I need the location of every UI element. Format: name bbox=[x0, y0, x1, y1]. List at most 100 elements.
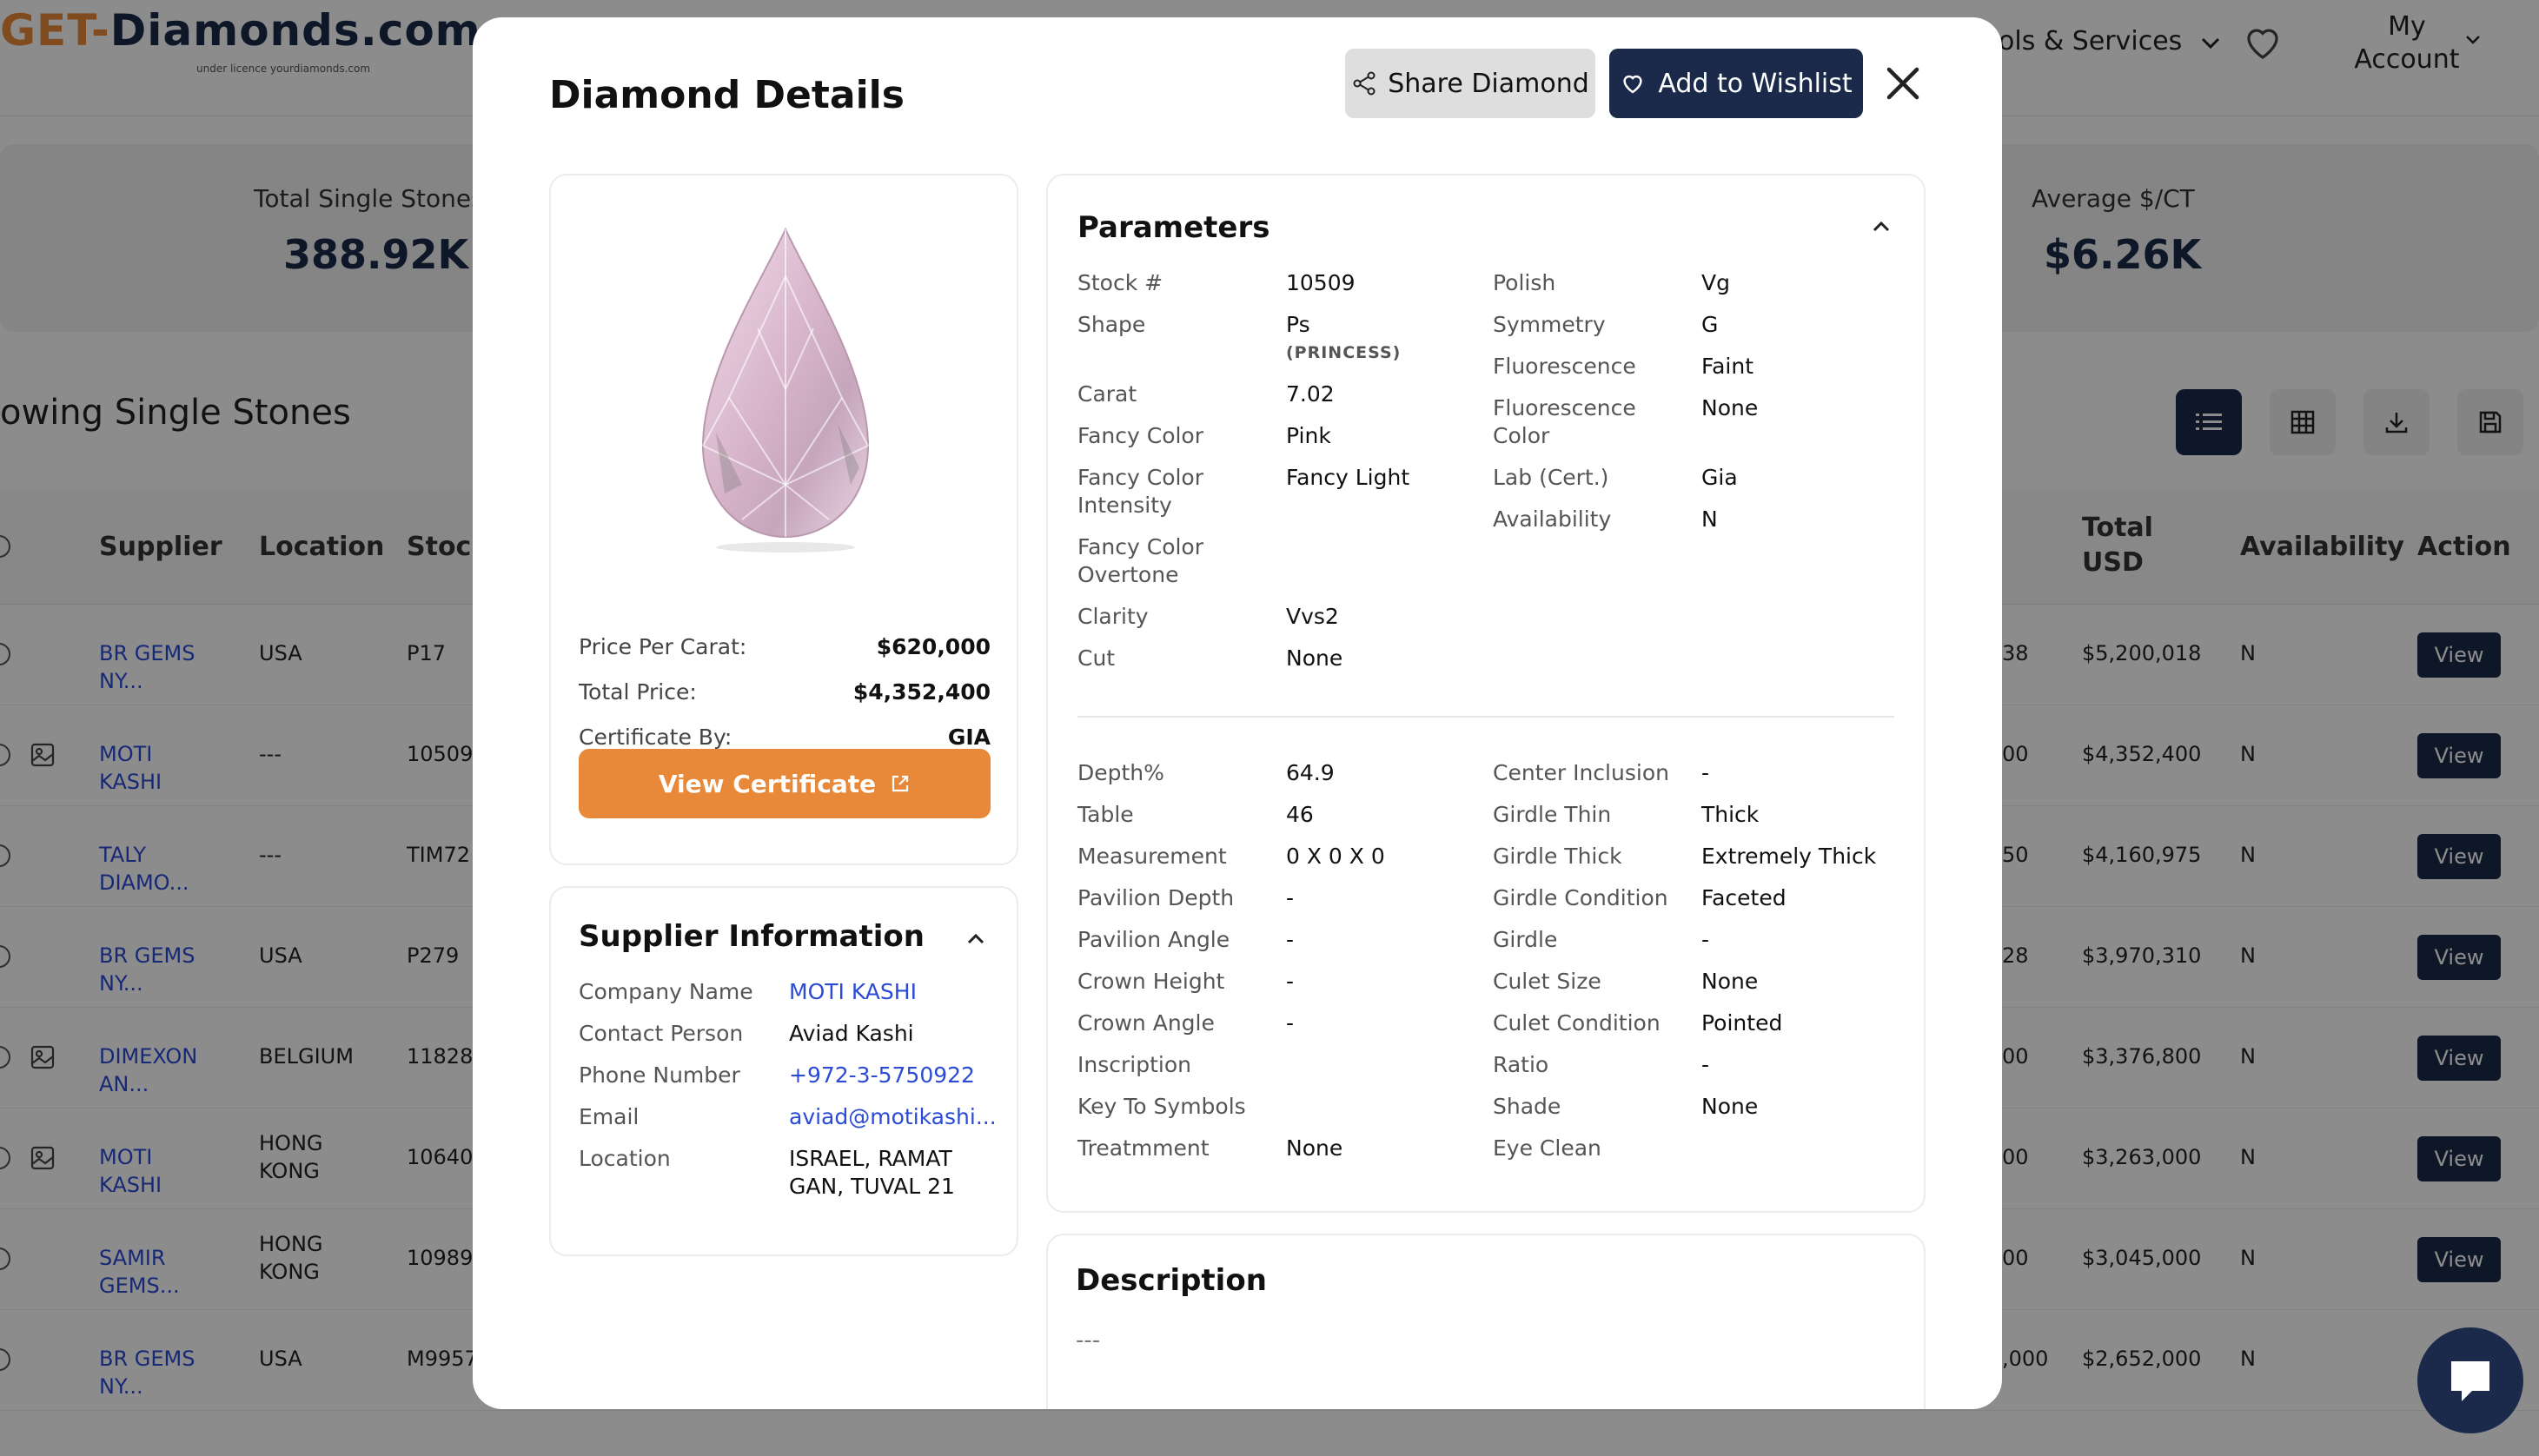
parameter-label: Fluorescence bbox=[1493, 354, 1636, 379]
parameter-value-sub: (PRINCESS) bbox=[1286, 343, 1402, 362]
parameter-value-text: 64.9 bbox=[1286, 760, 1335, 785]
supplier-field-value[interactable]: +972-3-5750922 bbox=[789, 1062, 998, 1089]
price-per-carat-value: $620,000 bbox=[876, 634, 991, 659]
parameter-label: Lab (Cert.) bbox=[1493, 465, 1609, 490]
parameter-label: Pavilion Angle bbox=[1077, 927, 1230, 952]
supplier-field-label: Phone Number bbox=[579, 1062, 740, 1088]
parameter-label: Measurement bbox=[1077, 844, 1227, 869]
parameter-value: Ps (PRINCESS) bbox=[1286, 311, 1477, 367]
parameter-value: Gia bbox=[1701, 464, 1893, 492]
total-price-label: Total Price: bbox=[579, 679, 697, 705]
parameter-value-text: 0 X 0 X 0 bbox=[1286, 844, 1385, 869]
share-icon bbox=[1353, 71, 1376, 96]
parameter-label: Fancy Color bbox=[1077, 423, 1204, 448]
parameter-value: - bbox=[1286, 1009, 1477, 1037]
parameter-value: None bbox=[1701, 394, 1893, 422]
certificate-by-value: GIA bbox=[947, 725, 991, 750]
parameter-value-text: Faceted bbox=[1701, 885, 1787, 910]
parameter-value-text: 10509 bbox=[1286, 270, 1356, 295]
parameter-value-text: - bbox=[1701, 927, 1710, 952]
parameter-label: Culet Condition bbox=[1493, 1010, 1661, 1036]
parameter-value: - bbox=[1286, 884, 1477, 912]
parameter-value-text: Ps bbox=[1286, 312, 1310, 337]
parameter-value-text: - bbox=[1286, 969, 1295, 994]
chevron-up-icon[interactable] bbox=[1868, 214, 1894, 240]
price-per-carat-row: Price Per Carat: $620,000 bbox=[579, 634, 991, 659]
parameter-label: Inscription bbox=[1077, 1052, 1191, 1077]
parameter-label: Center Inclusion bbox=[1493, 760, 1669, 785]
parameter-value: Thick bbox=[1701, 801, 1893, 829]
parameter-label: Carat bbox=[1077, 381, 1137, 407]
share-diamond-button[interactable]: Share Diamond bbox=[1345, 49, 1595, 118]
parameter-value-text: - bbox=[1701, 760, 1710, 785]
view-certificate-label: View Certificate bbox=[658, 769, 877, 798]
description-text: --- bbox=[1076, 1327, 1101, 1353]
supplier-field-label: Contact Person bbox=[579, 1021, 744, 1046]
parameter-value-text: 7.02 bbox=[1286, 381, 1335, 407]
supplier-field-label: Company Name bbox=[579, 979, 753, 1004]
close-icon[interactable] bbox=[1880, 61, 1926, 106]
diamond-image[interactable] bbox=[690, 224, 881, 554]
parameter-value: Extremely Thick bbox=[1701, 843, 1893, 870]
parameter-value: Faint bbox=[1701, 353, 1893, 381]
parameter-value: - bbox=[1701, 1051, 1893, 1079]
parameters-card: Parameters Stock # 10509 Shape Ps (PRINCESS)… bbox=[1046, 174, 1926, 1213]
parameter-label: Symmetry bbox=[1493, 312, 1606, 337]
chevron-up-icon[interactable] bbox=[963, 926, 989, 952]
parameter-label: Stock # bbox=[1077, 270, 1163, 295]
parameter-value-text: Gia bbox=[1701, 465, 1738, 490]
parameter-label: Girdle Thick bbox=[1493, 844, 1622, 869]
parameter-value: 0 X 0 X 0 bbox=[1286, 843, 1477, 870]
description-title: Description bbox=[1076, 1263, 1267, 1298]
parameter-value-text: Faint bbox=[1701, 354, 1753, 379]
parameter-label: Clarity bbox=[1077, 604, 1149, 629]
parameters-title: Parameters bbox=[1077, 210, 1270, 245]
parameter-label: Shade bbox=[1493, 1094, 1561, 1119]
add-to-wishlist-button[interactable]: Add to Wishlist bbox=[1609, 49, 1863, 118]
parameter-value: 64.9 bbox=[1286, 759, 1477, 787]
parameter-value: None bbox=[1286, 1135, 1477, 1162]
parameter-label: Fluorescence Color bbox=[1493, 395, 1636, 448]
supplier-field-value: ISRAEL, RAMAT GAN, TUVAL 21 bbox=[789, 1146, 955, 1199]
parameter-value-text: Vvs2 bbox=[1286, 604, 1339, 629]
supplier-field-label: Location bbox=[579, 1146, 671, 1171]
parameter-label: Girdle Thin bbox=[1493, 802, 1612, 827]
supplier-field-value[interactable]: aviad@motikashi... bbox=[789, 1103, 998, 1131]
add-to-wishlist-label: Add to Wishlist bbox=[1658, 68, 1853, 99]
parameter-value-text: Fancy Light bbox=[1286, 465, 1410, 490]
parameter-value-text: G bbox=[1701, 312, 1719, 337]
parameter-value: - bbox=[1286, 968, 1477, 996]
parameter-value: - bbox=[1286, 926, 1477, 954]
parameter-label: Availability bbox=[1493, 506, 1612, 532]
parameter-value-text: Extremely Thick bbox=[1701, 844, 1877, 869]
parameter-value-text: 46 bbox=[1286, 802, 1314, 827]
parameter-label: Eye Clean bbox=[1493, 1135, 1601, 1161]
parameter-value-text: Vg bbox=[1701, 270, 1730, 295]
parameter-value: - bbox=[1701, 926, 1893, 954]
parameter-label: Crown Angle bbox=[1077, 1010, 1215, 1036]
parameter-value: 46 bbox=[1286, 801, 1477, 829]
parameter-value-text: Thick bbox=[1701, 802, 1760, 827]
parameter-label: Polish bbox=[1493, 270, 1556, 295]
certificate-by-row: Certificate By: GIA bbox=[579, 725, 991, 750]
share-diamond-label: Share Diamond bbox=[1388, 68, 1589, 99]
supplier-card-title: Supplier Information bbox=[579, 919, 925, 954]
parameter-label: Culet Size bbox=[1493, 969, 1601, 994]
parameter-label: Cut bbox=[1077, 645, 1116, 671]
total-price-row: Total Price: $4,352,400 bbox=[579, 679, 991, 705]
parameter-value: N bbox=[1701, 506, 1893, 533]
parameter-value: Fancy Light bbox=[1286, 464, 1477, 492]
parameter-label: Girdle bbox=[1493, 927, 1558, 952]
description-card: Description --- bbox=[1046, 1234, 1926, 1409]
parameter-value-text: None bbox=[1701, 395, 1759, 420]
chat-widget-button[interactable] bbox=[2417, 1327, 2523, 1433]
parameter-value: Vvs2 bbox=[1286, 603, 1477, 631]
view-certificate-button[interactable]: View Certificate bbox=[579, 749, 991, 818]
parameter-value: None bbox=[1701, 968, 1893, 996]
parameter-label: Ratio bbox=[1493, 1052, 1549, 1077]
supplier-field-value: Aviad Kashi bbox=[789, 1021, 914, 1046]
parameter-value-text: - bbox=[1701, 1052, 1710, 1077]
parameter-value: None bbox=[1701, 1093, 1893, 1121]
certificate-by-label: Certificate By: bbox=[579, 725, 733, 750]
supplier-field-value[interactable]: MOTI KASHI bbox=[789, 978, 998, 1006]
